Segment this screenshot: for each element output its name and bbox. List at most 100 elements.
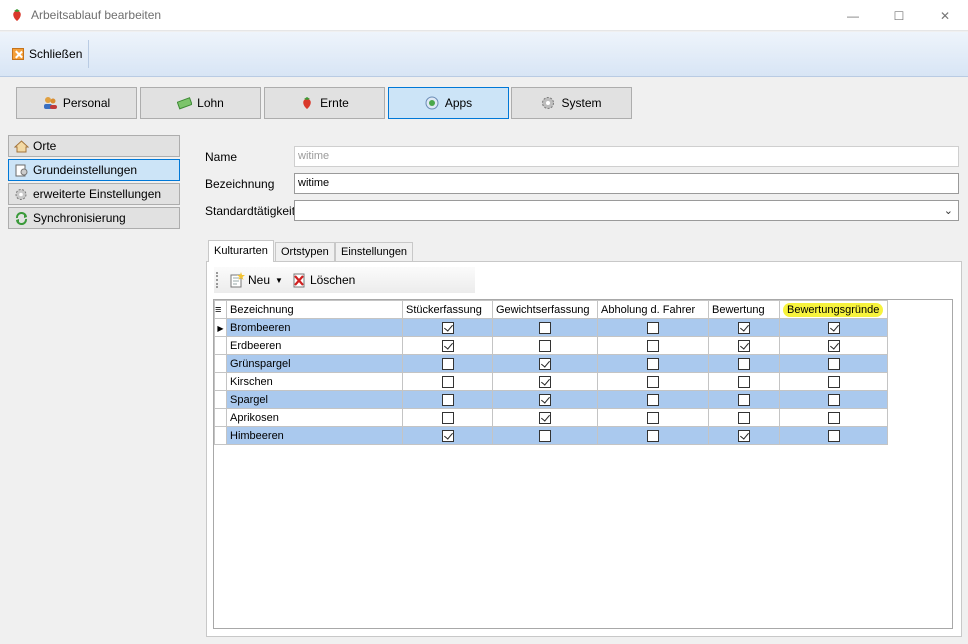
table-row[interactable]: Aprikosen [214,408,888,427]
checkbox[interactable] [647,429,659,442]
maximize-button[interactable]: ☐ [876,0,922,31]
checkbox[interactable] [441,339,454,352]
sidebar-item-orte[interactable]: Orte [8,135,180,157]
nav-personal-button[interactable]: Personal [16,87,137,119]
checkbox[interactable] [647,357,659,370]
cell-checkbox[interactable] [779,354,888,373]
checkbox[interactable] [827,411,840,424]
cell-checkbox[interactable] [402,318,493,337]
cell-checkbox[interactable] [492,426,598,445]
cell-checkbox[interactable] [779,336,888,355]
checkbox[interactable] [441,393,454,406]
column-chooser-icon[interactable]: ≡ [214,300,227,319]
col-header-stueckerfassung[interactable]: Stückerfassung [402,300,493,319]
row-header[interactable] [214,354,227,373]
checkbox[interactable] [738,375,750,388]
checkbox[interactable] [827,339,840,352]
cell-checkbox[interactable] [708,354,780,373]
checkbox[interactable] [647,411,659,424]
cell-checkbox[interactable] [708,372,780,391]
cell-checkbox[interactable] [402,426,493,445]
sidebar-item-erweiterte-einstellungen[interactable]: erweiterte Einstellungen [8,183,180,205]
sidebar-item-grundeinstellungen[interactable]: Grundeinstellungen [8,159,180,181]
cell-checkbox[interactable] [597,318,709,337]
table-row[interactable]: Spargel [214,390,888,409]
cell-checkbox[interactable] [708,426,780,445]
checkbox[interactable] [539,429,551,442]
checkbox[interactable] [827,375,840,388]
col-header-bewertungsgruende[interactable]: Bewertungsgründe [779,300,888,319]
checkbox[interactable] [827,357,840,370]
checkbox[interactable] [738,357,750,370]
minimize-button[interactable]: — [830,0,876,31]
checkbox[interactable] [539,393,551,406]
checkbox[interactable] [441,429,454,442]
checkbox[interactable] [738,411,750,424]
table-row[interactable]: Grünspargel [214,354,888,373]
cell-checkbox[interactable] [492,318,598,337]
cell-checkbox[interactable] [708,336,780,355]
cell-checkbox[interactable] [597,408,709,427]
dropdown-arrow-icon[interactable]: ▼ [275,276,283,285]
checkbox[interactable] [441,375,454,388]
cell-checkbox[interactable] [597,336,709,355]
cell-checkbox[interactable] [708,318,780,337]
tab-ortstypen[interactable]: Ortstypen [275,242,335,261]
checkbox[interactable] [647,393,659,406]
checkbox[interactable] [647,375,659,388]
table-row[interactable]: Kirschen [214,372,888,391]
col-header-bewertung[interactable]: Bewertung [708,300,780,319]
checkbox[interactable] [827,429,840,442]
sidebar-item-synchronisierung[interactable]: Synchronisierung [8,207,180,229]
checkbox[interactable] [647,321,659,334]
cell-checkbox[interactable] [402,336,493,355]
checkbox[interactable] [539,357,551,370]
cell-bezeichnung[interactable]: Grünspargel [226,354,403,373]
cell-bezeichnung[interactable]: Aprikosen [226,408,403,427]
cell-checkbox[interactable] [402,390,493,409]
row-header[interactable] [214,336,227,355]
table-row[interactable]: Erdbeeren [214,336,888,355]
checkbox[interactable] [738,429,750,442]
col-header-bezeichnung[interactable]: Bezeichnung [226,300,403,319]
cell-checkbox[interactable] [492,408,598,427]
cell-checkbox[interactable] [597,426,709,445]
row-header[interactable]: ▶ [214,318,227,337]
checkbox[interactable] [738,339,750,352]
neu-button[interactable]: Neu ▼ [227,270,285,290]
cell-checkbox[interactable] [402,372,493,391]
cell-bezeichnung[interactable]: Brombeeren [226,318,403,337]
cell-checkbox[interactable] [402,408,493,427]
checkbox[interactable] [647,339,659,352]
col-header-abholung[interactable]: Abholung d. Fahrer [597,300,709,319]
schliessen-button[interactable]: Schließen [12,44,82,64]
col-header-gewichtserfassung[interactable]: Gewichtserfassung [492,300,598,319]
cell-checkbox[interactable] [492,354,598,373]
cell-checkbox[interactable] [779,372,888,391]
cell-checkbox[interactable] [779,318,888,337]
row-header[interactable] [214,390,227,409]
cell-checkbox[interactable] [402,354,493,373]
cell-bezeichnung[interactable]: Spargel [226,390,403,409]
cell-checkbox[interactable] [708,408,780,427]
cell-checkbox[interactable] [597,390,709,409]
tab-kulturarten[interactable]: Kulturarten [208,240,274,262]
nav-apps-button[interactable]: Apps [388,87,509,119]
checkbox[interactable] [441,321,454,334]
checkbox[interactable] [827,321,840,334]
cell-checkbox[interactable] [708,390,780,409]
tab-einstellungen[interactable]: Einstellungen [335,242,414,261]
toolbar-grip[interactable] [216,272,219,288]
nav-ernte-button[interactable]: Ernte [264,87,385,119]
cell-checkbox[interactable] [597,372,709,391]
nav-lohn-button[interactable]: Lohn [140,87,261,119]
checkbox[interactable] [539,411,551,424]
checkbox[interactable] [539,339,551,352]
checkbox[interactable] [441,357,454,370]
cell-checkbox[interactable] [779,390,888,409]
nav-system-button[interactable]: System [511,87,632,119]
table-row[interactable]: ▶ Brombeeren [214,318,888,337]
cell-checkbox[interactable] [492,390,598,409]
cell-checkbox[interactable] [779,408,888,427]
row-header[interactable] [214,408,227,427]
